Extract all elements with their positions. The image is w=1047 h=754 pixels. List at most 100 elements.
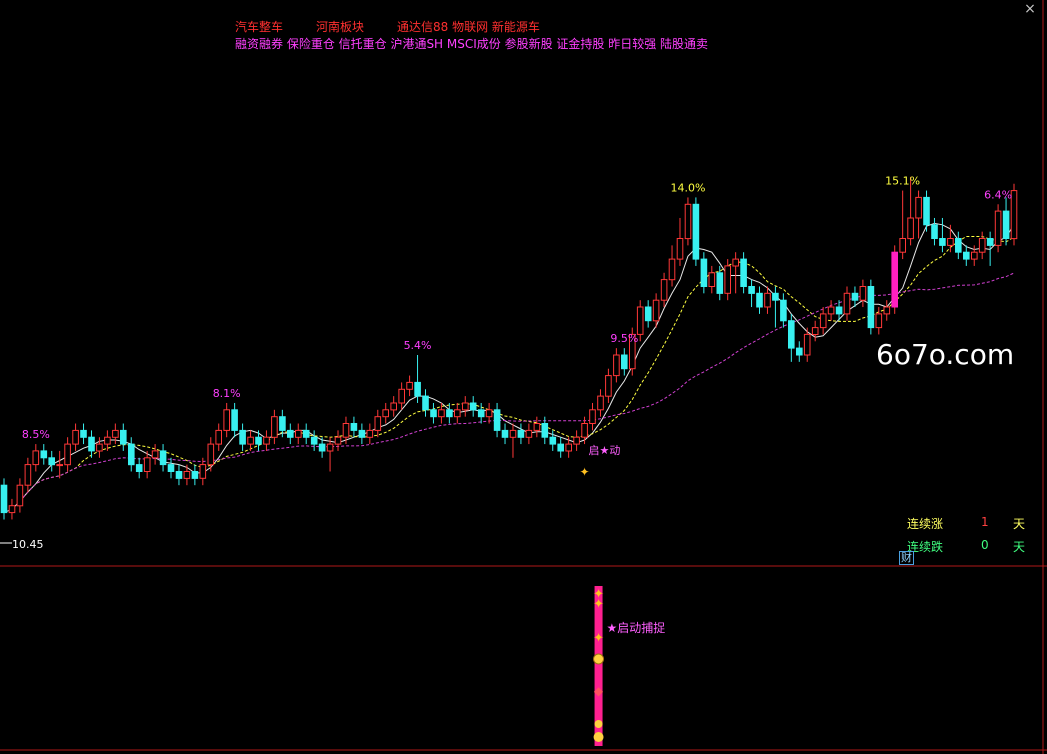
candle[interactable] [947,224,954,253]
candle[interactable] [597,389,604,417]
candle[interactable] [175,464,183,486]
sector-tag-2[interactable]: 河南板块 [316,18,364,35]
candle[interactable] [231,402,238,438]
candle[interactable] [366,423,374,445]
candle[interactable] [8,498,16,520]
candle[interactable] [16,478,24,513]
candle[interactable] [151,444,159,465]
candle[interactable] [994,204,1002,253]
candle[interactable] [167,457,175,479]
candle[interactable] [358,423,366,445]
candle[interactable] [748,279,755,308]
candle[interactable] [891,245,899,314]
candle[interactable] [255,430,262,451]
candle[interactable] [517,423,525,445]
candle[interactable] [883,300,891,321]
candle[interactable] [811,320,819,342]
candle[interactable] [223,402,230,438]
candle[interactable] [422,389,429,417]
candle[interactable] [64,437,71,472]
candle[interactable] [247,430,254,451]
candle[interactable] [24,457,32,493]
candle[interactable] [684,197,692,246]
candle[interactable] [342,416,350,445]
candle[interactable] [263,430,270,451]
candle[interactable] [96,437,103,458]
candle[interactable] [0,478,8,520]
candle[interactable] [621,348,628,376]
candle[interactable] [573,430,580,451]
candle[interactable] [660,272,668,308]
candle[interactable] [501,423,509,445]
candle[interactable] [875,307,883,335]
candle[interactable] [939,217,946,253]
candle[interactable] [398,382,405,410]
candle[interactable] [533,416,541,438]
candle[interactable] [843,286,851,321]
candle[interactable] [302,423,310,445]
candle[interactable] [446,402,453,424]
concept-tags[interactable]: 融资融券 保险重仓 信托重仓 沪港通SH MSCI成份 参股新股 证金持股 昨日… [235,35,708,52]
candle[interactable] [462,396,469,417]
candle[interactable] [80,423,87,445]
candle[interactable] [605,368,612,403]
candle[interactable] [430,402,437,424]
candle[interactable] [772,286,779,328]
candle[interactable] [326,437,334,472]
candle[interactable] [978,231,986,260]
candle[interactable] [668,245,676,287]
candle[interactable] [676,217,684,266]
candle[interactable] [454,402,461,424]
candle[interactable] [819,307,827,335]
candle[interactable] [32,444,40,472]
candle[interactable] [493,402,501,438]
candle[interactable] [72,423,79,451]
candle[interactable] [756,286,763,314]
candle[interactable] [541,416,549,445]
candle[interactable] [644,300,652,328]
candle[interactable] [716,265,724,301]
candle[interactable] [796,341,803,362]
candle[interactable] [780,293,787,328]
candle[interactable] [159,444,167,472]
candle[interactable] [239,423,246,451]
candle[interactable] [700,252,708,294]
candle[interactable] [581,416,588,445]
candle[interactable] [788,313,795,362]
candle[interactable] [215,423,222,451]
candle[interactable] [88,430,95,458]
candle[interactable] [867,279,875,335]
candle[interactable] [899,190,907,260]
candle[interactable] [859,279,867,308]
candle[interactable] [334,430,342,451]
candle[interactable] [1002,197,1010,246]
candle[interactable] [613,348,620,383]
candle[interactable] [732,252,740,294]
candle[interactable] [374,409,382,438]
candle[interactable] [112,423,119,445]
candle[interactable] [390,396,397,417]
candle[interactable] [207,437,215,472]
sector-tag-3[interactable]: 通达信88 物联网 新能源车 [397,18,540,35]
candle[interactable] [191,464,199,486]
candle[interactable] [48,450,56,472]
candle[interactable] [414,355,421,403]
candle[interactable] [120,423,127,451]
candle[interactable] [525,423,533,445]
close-icon[interactable]: × [1021,0,1039,18]
candle[interactable] [469,396,477,417]
candle[interactable] [40,444,48,465]
finance-badge[interactable]: 财 [899,551,914,565]
sector-tag-1[interactable]: 汽车整车 [235,18,283,35]
candle[interactable] [183,464,191,486]
candle[interactable] [128,437,135,472]
candle[interactable] [382,402,389,424]
candle[interactable] [692,197,700,266]
candle[interactable] [955,231,962,260]
candle[interactable] [199,457,207,486]
candle[interactable] [708,265,716,294]
candle[interactable] [963,245,970,266]
candle[interactable] [406,375,413,397]
candle[interactable] [589,402,596,431]
candle[interactable] [931,217,938,246]
